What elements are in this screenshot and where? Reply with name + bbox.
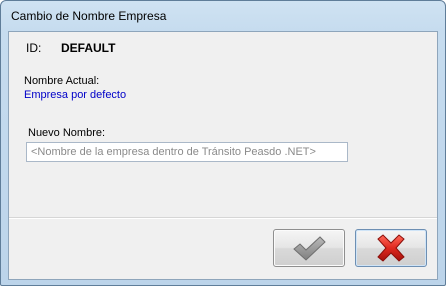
- new-name-input[interactable]: [26, 142, 348, 162]
- red-x-icon: [377, 234, 405, 262]
- window-title: Cambio de Nombre Empresa: [11, 9, 167, 23]
- dialog-body: ID: DEFAULT Nombre Actual: Empresa por d…: [8, 31, 438, 280]
- cancel-button[interactable]: [355, 229, 427, 267]
- title-bar[interactable]: Cambio de Nombre Empresa: [1, 1, 445, 31]
- id-value: DEFAULT: [61, 41, 116, 55]
- checkmark-icon: [293, 236, 326, 261]
- id-label: ID:: [26, 41, 42, 55]
- current-name-value: Empresa por defecto: [24, 89, 127, 101]
- current-name-label: Nombre Actual:: [24, 75, 100, 87]
- new-name-label: Nuevo Nombre:: [28, 127, 106, 139]
- accept-button[interactable]: [273, 229, 345, 267]
- dialog-window: Cambio de Nombre Empresa ID: DEFAULT Nom…: [0, 0, 446, 286]
- divider: [9, 217, 437, 219]
